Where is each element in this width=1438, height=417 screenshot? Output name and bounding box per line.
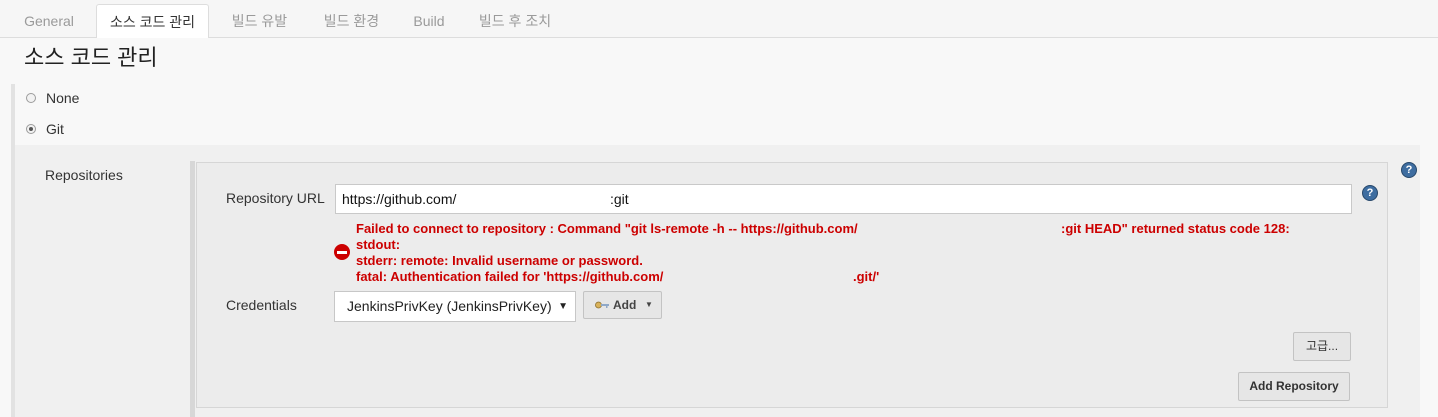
error-line-4a: fatal: Authentication failed for 'https:… (356, 269, 664, 284)
tab-general[interactable]: General (12, 4, 86, 39)
repositories-label: Repositories (45, 167, 123, 183)
tab-build-environment[interactable]: 빌드 환경 (309, 4, 394, 39)
scm-option-none[interactable]: None (26, 88, 79, 108)
add-button-label: Add (613, 298, 637, 312)
error-line-1a: Failed to connect to repository : Comman… (356, 221, 858, 236)
tab-bar: General 소스 코드 관리 빌드 유발 빌드 환경 Build 빌드 후 … (0, 0, 1438, 39)
repository-url-label: Repository URL (226, 190, 325, 206)
repository-url-suffix: :git (610, 191, 629, 207)
error-line-3: stderr: remote: Invalid username or pass… (356, 253, 643, 268)
chevron-down-icon: ▼ (558, 301, 568, 312)
add-credentials-button[interactable]: Add ▼ (583, 291, 662, 319)
radio-none-label: None (46, 90, 80, 106)
url-redacted-area (460, 188, 608, 210)
radio-git-label: Git (46, 121, 64, 137)
error-icon (334, 244, 350, 260)
error-line-1b: :git HEAD" returned status code 128: (1061, 221, 1290, 236)
repository-url-help-icon[interactable]: ? (1362, 185, 1378, 201)
scm-option-git[interactable]: Git (26, 119, 64, 139)
caret-down-icon: ▼ (645, 300, 653, 309)
credentials-selected-value: JenkinsPrivKey (JenkinsPrivKey) (347, 298, 552, 314)
tab-source-code-management[interactable]: 소스 코드 관리 (96, 4, 209, 39)
error-line-4b: .git/' (853, 269, 880, 284)
add-repository-button[interactable]: Add Repository (1238, 372, 1350, 401)
tab-post-build-actions[interactable]: 빌드 후 조치 (465, 4, 565, 39)
section-title: 소스 코드 관리 (24, 45, 158, 70)
advanced-button[interactable]: 고급... (1293, 332, 1351, 361)
credentials-select[interactable]: JenkinsPrivKey (JenkinsPrivKey) ▼ (334, 291, 576, 322)
repositories-help-icon[interactable]: ? (1401, 162, 1417, 178)
tab-build[interactable]: Build (400, 4, 458, 39)
repository-indent-bar (190, 161, 195, 417)
credentials-label: Credentials (226, 297, 297, 313)
key-icon (595, 301, 609, 309)
tab-build-triggers[interactable]: 빌드 유발 (217, 4, 302, 39)
scrollbar[interactable] (1431, 38, 1438, 417)
radio-none[interactable] (26, 93, 36, 103)
radio-git[interactable] (26, 124, 36, 134)
error-line-2: stdout: (356, 237, 401, 252)
